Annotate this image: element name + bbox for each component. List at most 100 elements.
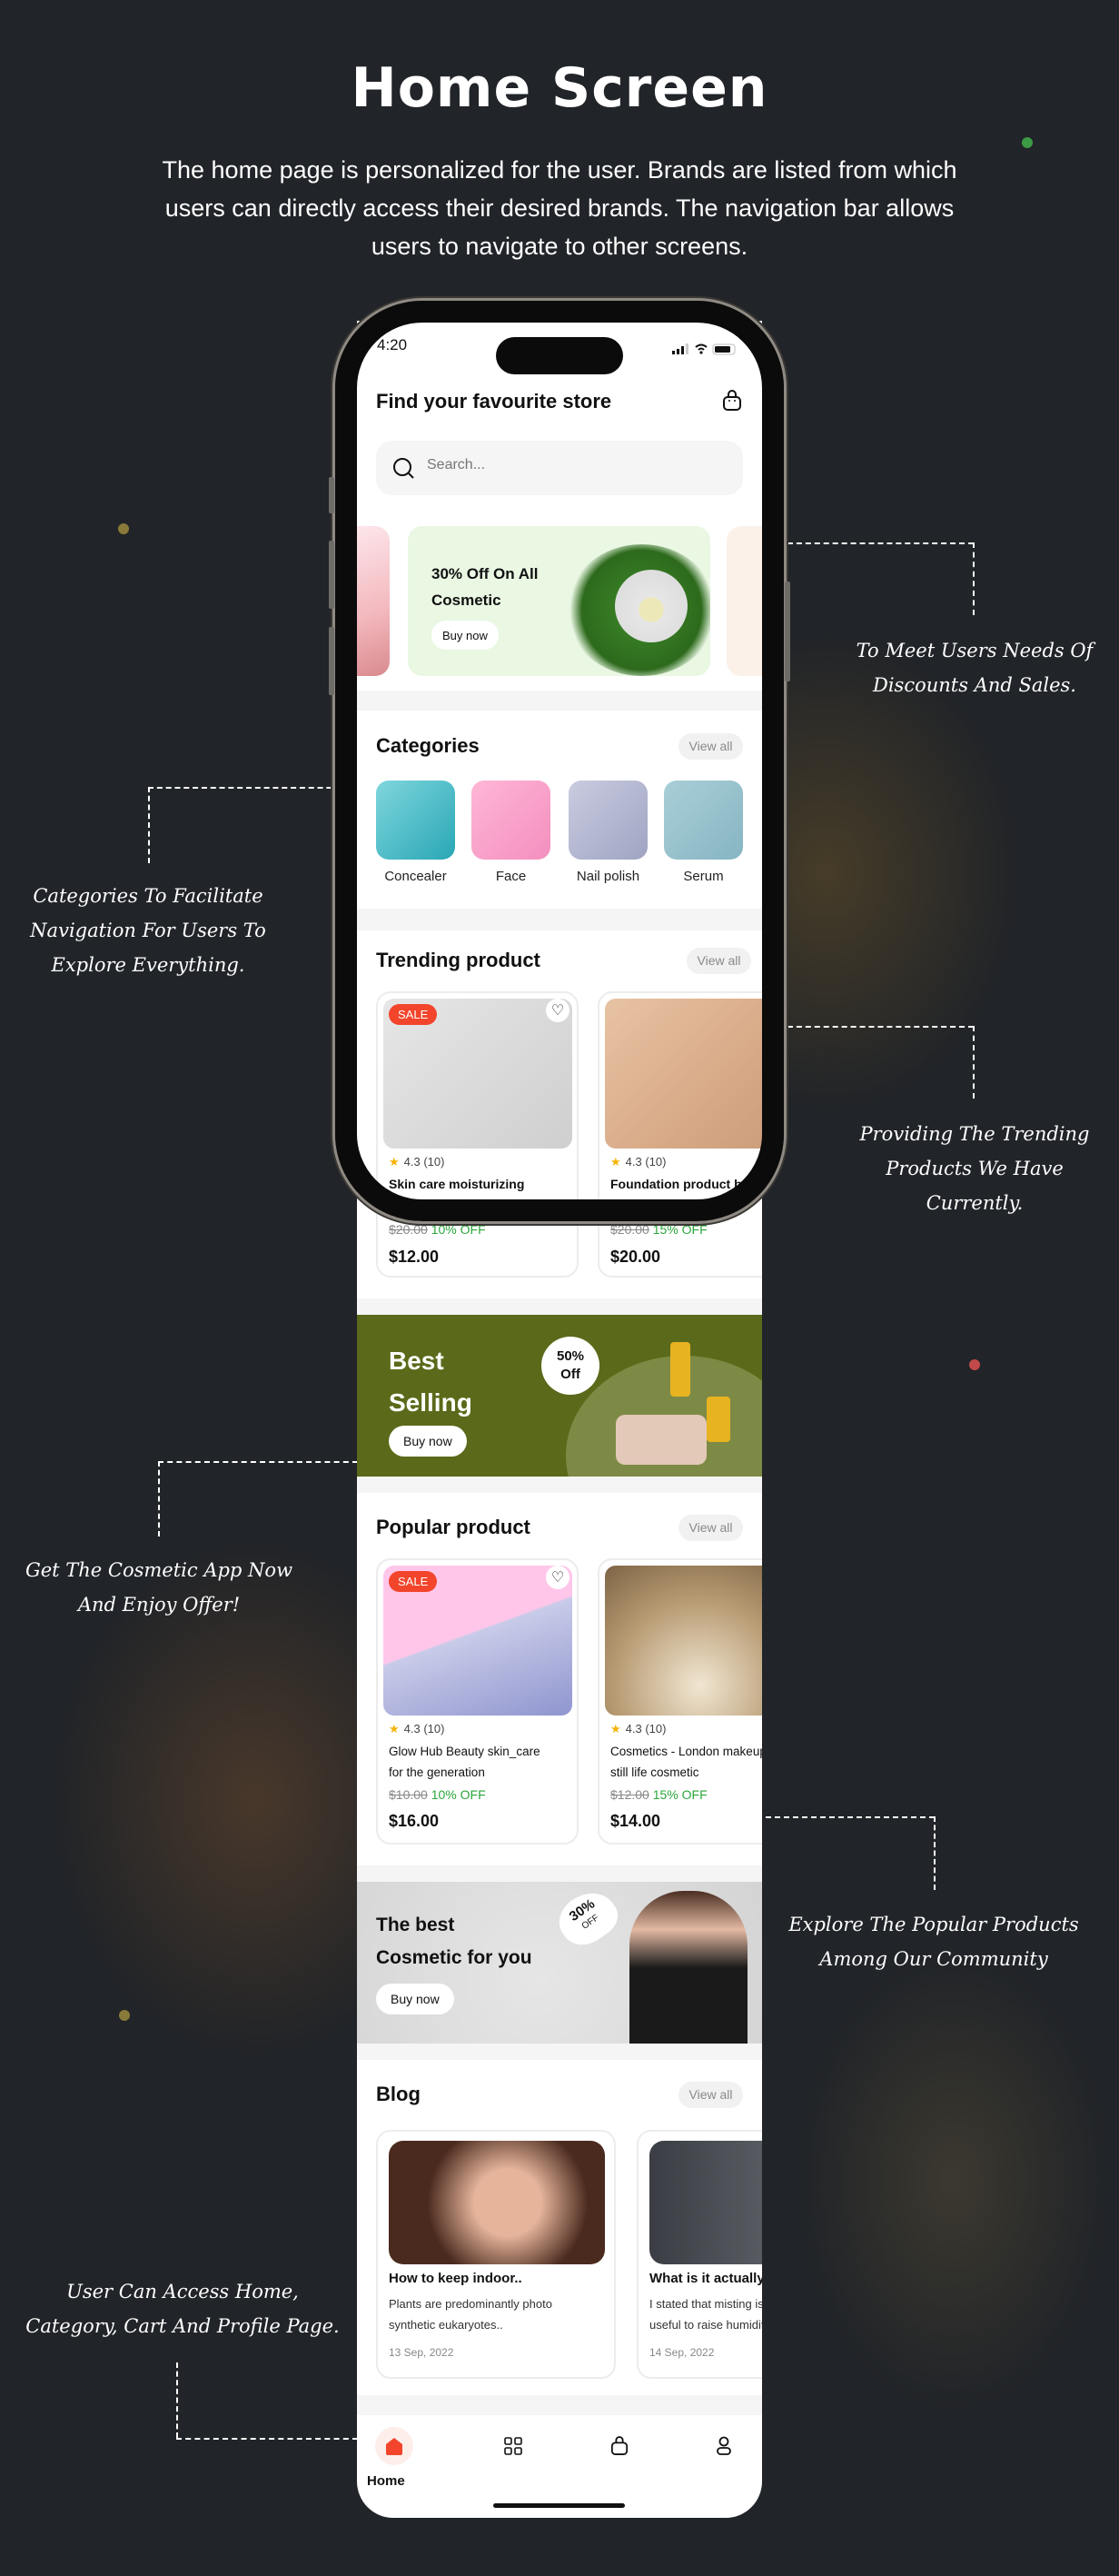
- banner-line: Cosmetic for you: [376, 1947, 532, 1968]
- product-card[interactable]: ★ 4.3 (10) Foundation product brush $20.0…: [598, 991, 762, 1278]
- background-glow: [799, 1954, 1108, 2408]
- blog-image: [389, 2141, 605, 2264]
- category-label[interactable]: Concealer: [367, 869, 464, 884]
- discount: 10% OFF: [431, 1787, 486, 1802]
- connector-line: [973, 1026, 975, 1099]
- blog-date: 13 Sep, 2022: [389, 2346, 454, 2359]
- decor-dot: [119, 2010, 130, 2021]
- sale-badge: SALE: [389, 1571, 438, 1592]
- category-label[interactable]: Serum: [655, 869, 752, 884]
- category-label[interactable]: Face: [462, 869, 560, 884]
- decor-dot: [969, 1359, 980, 1370]
- header-title: Find your favourite store: [376, 390, 612, 413]
- rating-value: 4.3 (10): [625, 1155, 667, 1169]
- cosmetics-podium-image: [616, 1415, 707, 1465]
- annotation-trending: Providing The Trending Products We Have …: [860, 1117, 1090, 1220]
- phone-side-button: [785, 582, 790, 681]
- best-selling-buy-now-button[interactable]: Buy now: [389, 1426, 467, 1457]
- search-field[interactable]: [427, 457, 699, 473]
- grid-icon[interactable]: [504, 2437, 522, 2455]
- connector-line: [769, 1026, 974, 1028]
- product-price: $16.00: [389, 1812, 440, 1830]
- section-divider: [357, 691, 762, 711]
- old-price: $20.00: [610, 1222, 649, 1237]
- home-icon: [386, 2438, 402, 2455]
- phone-side-button: [329, 627, 334, 695]
- connector-line: [934, 1816, 936, 1890]
- discount: 15% OFF: [652, 1222, 708, 1237]
- category-image-serum[interactable]: [664, 781, 743, 860]
- annotation-line: Get The Cosmetic App Now: [25, 1559, 293, 1581]
- blog-view-all-button[interactable]: View all: [678, 2082, 743, 2108]
- favorite-heart-icon[interactable]: ♡: [546, 999, 569, 1022]
- blog-post-title: What is it actually: [649, 2271, 762, 2286]
- bag-icon[interactable]: [610, 2436, 629, 2456]
- star-icon: ★: [610, 1722, 621, 1736]
- phone-side-button: [329, 541, 334, 609]
- product-rating: ★ 4.3 (10): [389, 1722, 444, 1736]
- best-cosmetic-banner[interactable]: The best Cosmetic for you Buy now 30% OF…: [357, 1882, 762, 2044]
- product-price: $14.00: [610, 1812, 661, 1830]
- blog-card[interactable]: How to keep indoor.. Plants are predomin…: [376, 2130, 616, 2379]
- profile-icon[interactable]: [716, 2436, 732, 2456]
- categories-view-all-button[interactable]: View all: [678, 733, 743, 760]
- product-image: [605, 1566, 762, 1716]
- search-icon: [393, 458, 414, 479]
- product-old-price: $10.00 10% OFF: [389, 1787, 486, 1802]
- connector-line: [176, 2438, 358, 2440]
- trending-view-all-button[interactable]: View all: [687, 948, 751, 974]
- section-divider: [357, 1865, 762, 1882]
- search-input[interactable]: [376, 441, 743, 495]
- product-price: $12.00: [389, 1248, 440, 1266]
- promo-buy-now-button[interactable]: Buy now: [431, 621, 499, 650]
- blog-title: Blog: [376, 2083, 421, 2105]
- discount: 15% OFF: [652, 1787, 708, 1802]
- category-image-concealer[interactable]: [376, 781, 455, 860]
- star-icon: ★: [610, 1155, 621, 1169]
- nav-home[interactable]: [375, 2427, 413, 2465]
- blog-card[interactable]: What is it actually I stated that mistin…: [637, 2130, 762, 2379]
- old-price: $10.00: [389, 1787, 428, 1802]
- category-image-face[interactable]: [471, 781, 550, 860]
- name-line: Glow Hub Beauty skin_care: [389, 1745, 540, 1758]
- annotation-line: Explore The Popular Products: [788, 1914, 1079, 1935]
- bottom-nav: Home: [357, 2415, 762, 2518]
- product-card[interactable]: SALE ♡ ★ 4.3 (10) Skin care moisturizing …: [376, 991, 579, 1278]
- promo-line: 30% Off On All: [431, 565, 539, 582]
- home-indicator: [493, 2503, 625, 2508]
- best-selling-text: Best Selling: [389, 1340, 472, 1424]
- best-cosmetic-text: The best Cosmetic for you: [376, 1909, 532, 1974]
- app-screen: 4:20 Find your favourite store 30% Off O…: [357, 321, 762, 2518]
- promo-line: Cosmetic: [431, 592, 501, 609]
- banner-line: Selling: [389, 1388, 472, 1417]
- cart-bag-icon[interactable]: [722, 390, 742, 412]
- promo-banner[interactable]: 30% Off On All Cosmetic Buy now: [408, 526, 710, 676]
- product-card[interactable]: SALE ♡ ★ 4.3 (10) Glow Hub Beauty skin_ca…: [376, 1558, 579, 1845]
- annotation-line: To Meet Users Needs Of: [856, 640, 1094, 661]
- old-price: $20.00: [389, 1222, 428, 1237]
- best-selling-banner[interactable]: Best Selling Buy now 50% Off: [357, 1315, 762, 1477]
- category-image-nail-polish[interactable]: [569, 781, 648, 860]
- promo-banner-next[interactable]: [727, 526, 762, 676]
- connector-line: [766, 1816, 935, 1818]
- product-rating: ★ 4.3 (10): [610, 1722, 666, 1736]
- connector-line: [176, 2362, 178, 2438]
- product-card[interactable]: ★ 4.3 (10) Cosmetics - London makeup still…: [598, 1558, 762, 1845]
- promo-banner-prev[interactable]: [357, 526, 390, 676]
- annotation-line: Discounts And Sales.: [873, 674, 1076, 696]
- best-cosmetic-buy-now-button[interactable]: Buy now: [376, 1984, 454, 2014]
- annotation-line: Currently.: [926, 1192, 1024, 1214]
- product-old-price: $20.00 10% OFF: [389, 1222, 486, 1237]
- popular-view-all-button[interactable]: View all: [678, 1515, 743, 1541]
- category-label[interactable]: Nail polish: [560, 869, 657, 884]
- nav-home-label[interactable]: Home: [367, 2473, 405, 2489]
- favorite-heart-icon[interactable]: ♡: [546, 1566, 569, 1589]
- annotation-categories: Categories To Facilitate Navigation For …: [30, 879, 266, 982]
- blog-excerpt: I stated that misting is useful to raise…: [649, 2297, 762, 2332]
- blog-image: [649, 2141, 762, 2264]
- trending-title: Trending product: [376, 949, 540, 971]
- annotation-line: Navigation For Users To: [30, 920, 266, 941]
- promo-banner-text: 30% Off On All Cosmetic: [431, 561, 538, 613]
- sale-badge: SALE: [389, 1004, 438, 1025]
- rating-value: 4.3 (10): [625, 1722, 667, 1736]
